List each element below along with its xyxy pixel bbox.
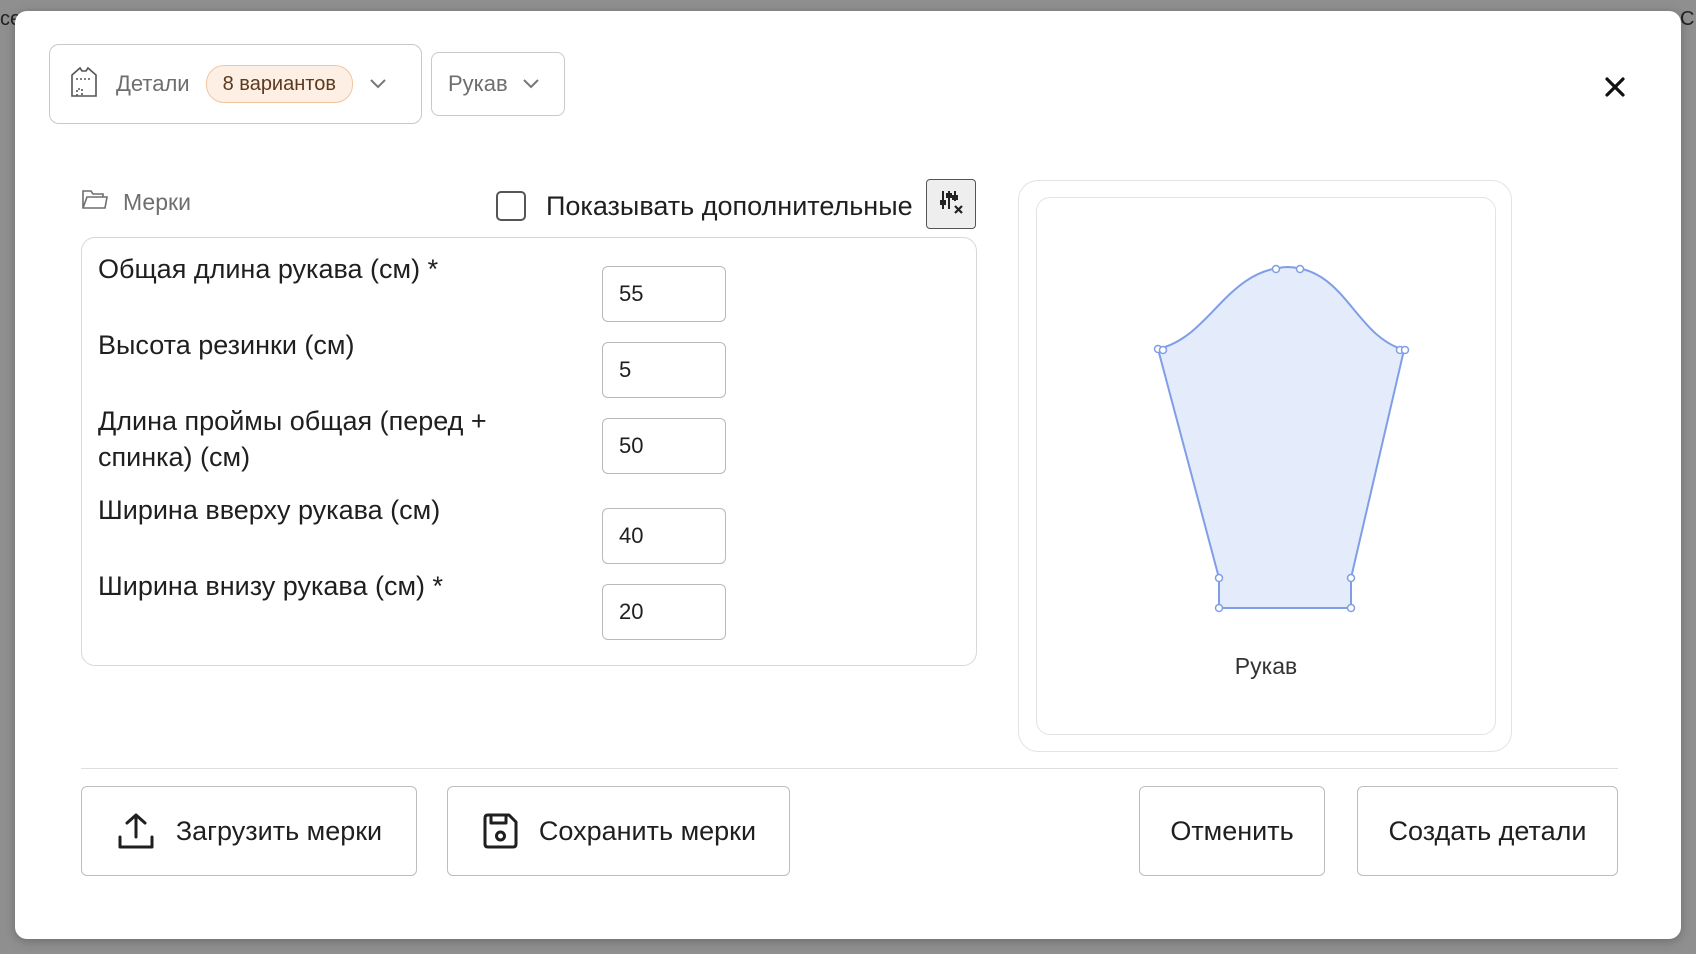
variants-badge: 8 вариантов [205, 65, 353, 103]
sliders-clear-icon [938, 189, 964, 220]
upload-measurements-label: Загрузить мерки [175, 815, 383, 846]
pattern-piece-icon [68, 65, 100, 104]
elastic-height-input[interactable] [602, 342, 726, 398]
field-label-armhole-length: Длина проймы общая (перед + спинка) (см) [98, 406, 487, 472]
field-label-bottom-width: Ширина внизу рукава (см) * [98, 571, 444, 601]
clear-filters-button[interactable] [926, 179, 976, 229]
measurements-title: Мерки [123, 189, 191, 215]
create-details-button[interactable]: Создать детали [1357, 786, 1618, 876]
armhole-length-input[interactable] [602, 418, 726, 474]
show-extra-label[interactable]: Показывать дополнительные [546, 186, 913, 226]
cancel-label: Отменить [1170, 815, 1294, 846]
footer-divider [81, 768, 1618, 769]
upload-measurements-button[interactable]: Загрузить мерки [81, 786, 417, 876]
folder-icon [81, 189, 109, 216]
upload-icon [116, 811, 156, 851]
field-label-elastic-height: Высота резинки (см) [98, 330, 355, 360]
preview-caption: Рукав [1234, 653, 1298, 679]
floppy-disk-icon [481, 812, 519, 850]
backdrop-text-right: С [1680, 8, 1695, 30]
top-width-input[interactable] [602, 508, 726, 564]
sleeve-length-input[interactable] [602, 266, 726, 322]
part-dropdown[interactable]: Рукав [431, 52, 565, 116]
part-label: Рукав [448, 71, 508, 96]
chevron-down-icon [369, 78, 387, 90]
details-dropdown[interactable]: Детали 8 вариантов [49, 44, 422, 124]
details-label: Детали [116, 71, 190, 96]
close-button[interactable] [1600, 74, 1630, 104]
create-details-label: Создать детали [1388, 815, 1587, 846]
field-label-top-width: Ширина вверху рукава (см) [98, 495, 441, 525]
save-measurements-label: Сохранить мерки [538, 815, 757, 846]
show-extra-checkbox[interactable] [496, 191, 526, 221]
sleeve-preview-shape [1153, 264, 1410, 613]
measurements-header: Мерки [81, 189, 191, 216]
bottom-width-input[interactable] [602, 584, 726, 640]
cancel-button[interactable]: Отменить [1139, 786, 1325, 876]
save-measurements-button[interactable]: Сохранить мерки [447, 786, 790, 876]
chevron-down-icon [522, 78, 540, 90]
field-label-sleeve-length: Общая длина рукава (см) * [98, 254, 439, 284]
create-details-dialog: Детали 8 вариантов Рукав Мерки Показыват… [15, 11, 1681, 939]
close-icon [1605, 76, 1625, 102]
